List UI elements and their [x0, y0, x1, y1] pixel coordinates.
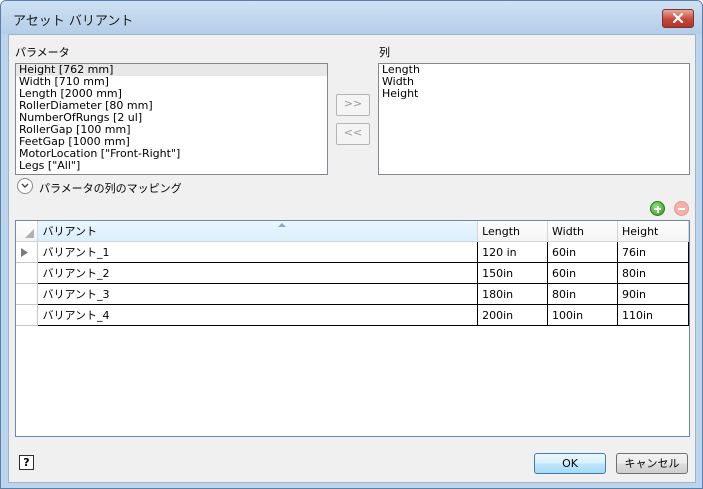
mapping-label: パラメータの列のマッピング [39, 182, 182, 195]
row-header[interactable] [16, 262, 39, 284]
column-header-width[interactable]: Width [547, 221, 618, 242]
length-cell[interactable]: 120 in [477, 241, 549, 263]
variant-grid: バリアント Length Width Height バリアント_1 120 in… [15, 220, 690, 437]
close-icon [672, 13, 684, 23]
variant-table: バリアント Length Width Height バリアント_1 120 in… [16, 221, 689, 326]
column-item[interactable]: Height [379, 88, 689, 100]
row-header[interactable] [16, 241, 39, 263]
close-button[interactable] [662, 9, 694, 28]
dialog-body: パラメータ Height [762 mm] Width [710 mm] Len… [8, 34, 696, 483]
width-cell[interactable]: 60in [547, 241, 618, 263]
column-item[interactable]: Length [379, 64, 689, 76]
asset-variant-dialog: アセット バリアント パラメータ Height [762 mm] Width [… [0, 0, 703, 489]
column-header-variant[interactable]: バリアント [37, 221, 479, 242]
height-cell[interactable]: 76in [617, 241, 689, 263]
cancel-button[interactable]: キャンセル [616, 453, 688, 474]
ok-button[interactable]: OK [534, 453, 606, 474]
remove-row-icon [674, 201, 689, 216]
width-cell[interactable]: 100in [547, 304, 618, 326]
column-header-label: バリアント [42, 225, 98, 238]
variant-name-cell[interactable]: バリアント_4 [37, 304, 479, 326]
parameters-label: パラメータ [15, 46, 70, 59]
variant-name-cell[interactable]: バリアント_3 [37, 283, 479, 305]
title-bar: アセット バリアント [1, 1, 702, 34]
length-cell[interactable]: 180in [477, 283, 549, 305]
width-cell[interactable]: 60in [547, 262, 618, 284]
table-row[interactable]: バリアント_4 200in 100in 110in [16, 304, 689, 326]
length-cell[interactable]: 150in [477, 262, 549, 284]
column-header-length[interactable]: Length [477, 221, 549, 242]
add-column-button[interactable]: >> [336, 94, 370, 116]
sort-arrow-icon [278, 223, 287, 227]
table-row[interactable]: バリアント_3 180in 80in 90in [16, 283, 689, 305]
row-header[interactable] [16, 304, 39, 326]
parameters-list[interactable]: Height [762 mm] Width [710 mm] Length [2… [15, 63, 328, 175]
width-cell[interactable]: 80in [547, 283, 618, 305]
chevron-down-icon [21, 183, 29, 188]
length-cell[interactable]: 200in [477, 304, 549, 326]
height-cell[interactable]: 80in [617, 262, 689, 284]
mapping-expander[interactable] [17, 178, 33, 194]
select-all-icon [25, 229, 35, 238]
remove-column-button[interactable]: << [336, 123, 370, 145]
help-button[interactable]: ? [19, 455, 34, 470]
grid-corner[interactable] [16, 221, 39, 242]
current-row-arrow-icon [21, 248, 28, 257]
variant-name-cell[interactable]: バリアント_2 [37, 262, 479, 284]
window-title: アセット バリアント [13, 14, 134, 29]
columns-list[interactable]: Length Width Height [378, 63, 690, 175]
height-cell[interactable]: 90in [617, 283, 689, 305]
add-row-icon[interactable] [650, 201, 665, 216]
variant-name-cell[interactable]: バリアント_1 [37, 241, 479, 263]
column-item[interactable]: Width [379, 76, 689, 88]
column-header-height[interactable]: Height [617, 221, 689, 242]
grid-header-row: バリアント Length Width Height [16, 221, 689, 242]
row-header[interactable] [16, 283, 39, 305]
height-cell[interactable]: 110in [617, 304, 689, 326]
parameter-item[interactable]: Legs ["All"] [16, 160, 327, 172]
table-row[interactable]: バリアント_2 150in 60in 80in [16, 262, 689, 284]
columns-label: 列 [379, 46, 390, 59]
table-row[interactable]: バリアント_1 120 in 60in 76in [16, 241, 689, 263]
